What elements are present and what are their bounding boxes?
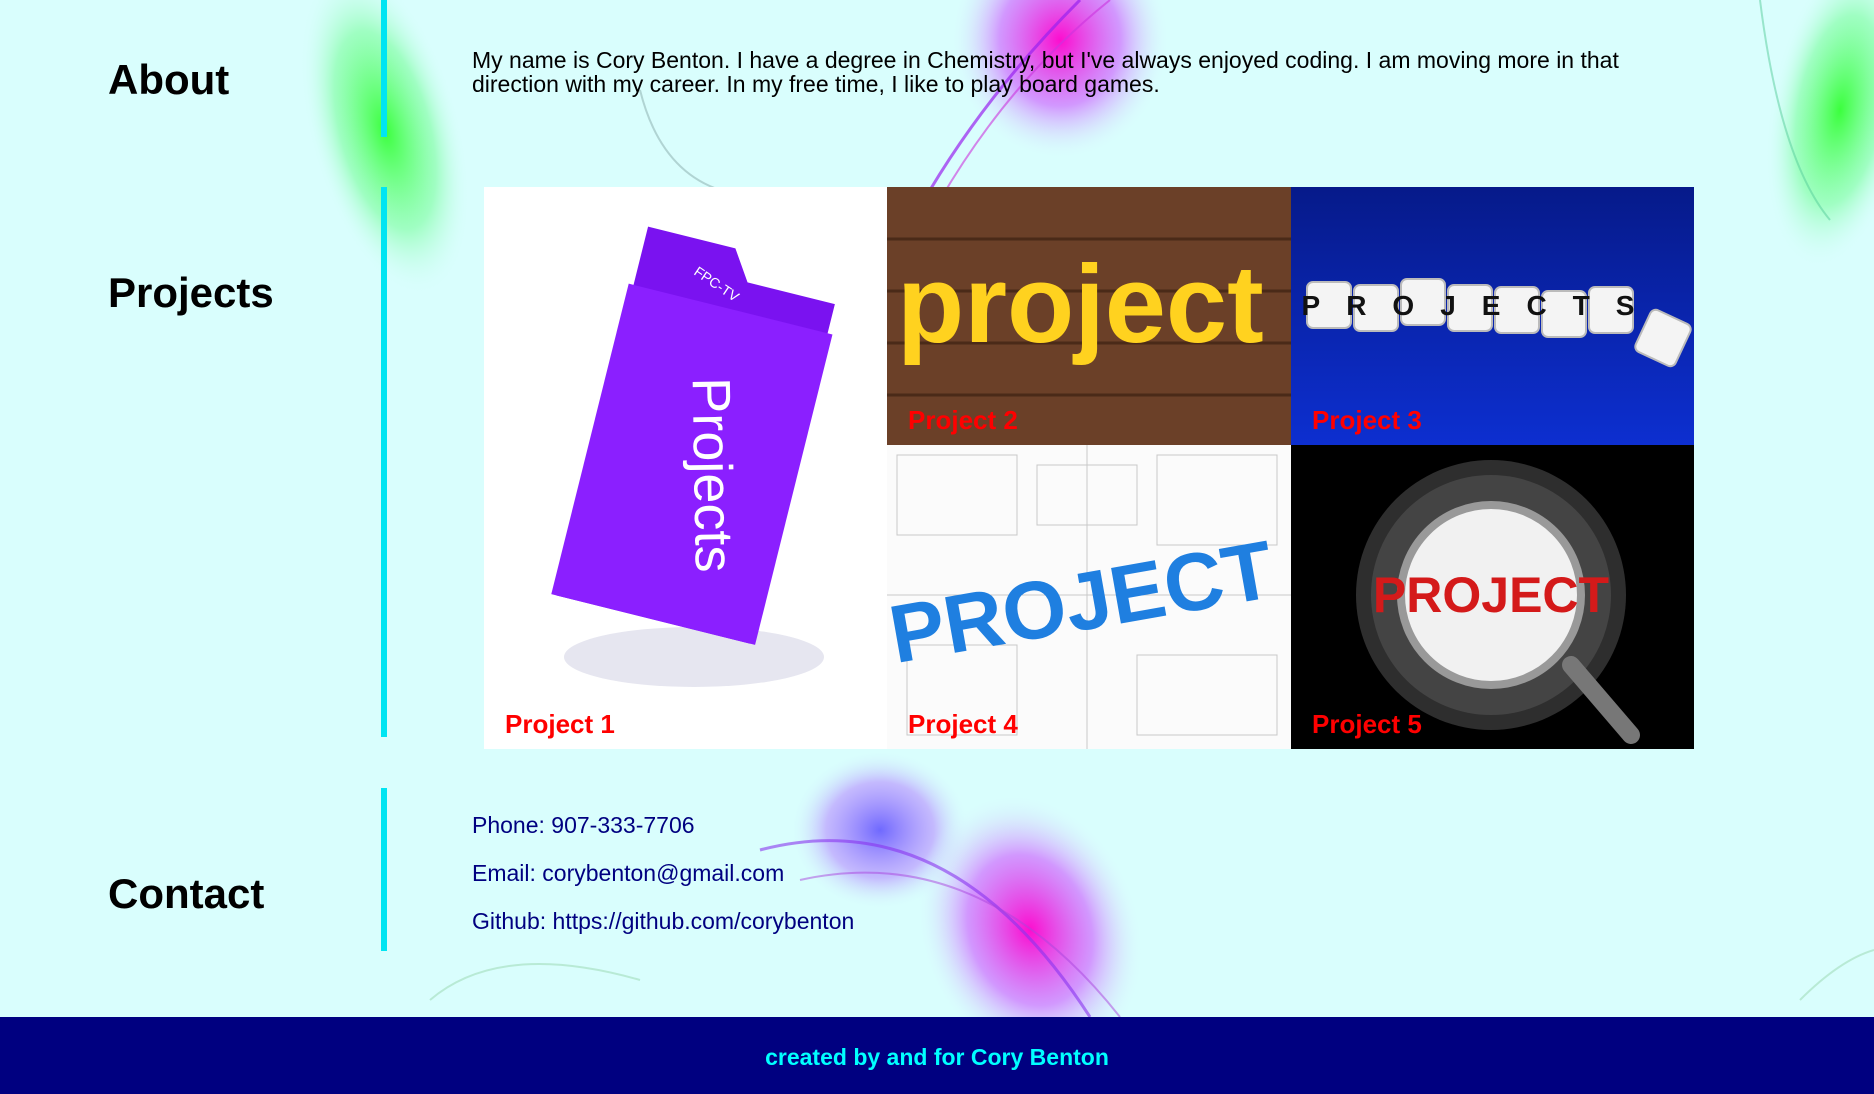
about-section: About My name is Cory Benton. I have a d…: [0, 0, 1874, 140]
projects-section: Projects Projects FPC-TV Project 1 proje…: [0, 187, 1874, 752]
contact-email[interactable]: Email: corybenton@gmail.com: [472, 860, 784, 887]
project-5-card[interactable]: PROJECT Project 5: [1291, 445, 1694, 749]
project-2-image-text: project: [897, 243, 1264, 366]
footer: created by and for Cory Benton: [0, 1017, 1874, 1094]
project-1-image-text: Projects: [681, 377, 744, 573]
about-divider: [381, 0, 387, 137]
project-2-label[interactable]: Project 2: [908, 405, 1018, 436]
contact-section: Contact Phone: 907-333-7706 Email: coryb…: [0, 788, 1874, 953]
contact-divider: [381, 788, 387, 951]
projects-grid: Projects FPC-TV Project 1 project Projec…: [484, 187, 1694, 749]
project-4-card[interactable]: PROJECT Project 4: [887, 445, 1291, 749]
about-text: My name is Cory Benton. I have a degree …: [472, 47, 1619, 97]
project-1-card[interactable]: Projects FPC-TV Project 1: [484, 187, 887, 749]
project-1-image: Projects FPC-TV: [484, 187, 887, 749]
contact-phone[interactable]: Phone: 907-333-7706: [472, 812, 695, 839]
footer-text: created by and for Cory Benton: [765, 1044, 1109, 1070]
project-3-image-text: PROJECTS: [1302, 290, 1661, 321]
project-5-image: PROJECT: [1291, 445, 1694, 749]
project-5-label[interactable]: Project 5: [1312, 709, 1422, 740]
project-4-label[interactable]: Project 4: [908, 709, 1018, 740]
about-heading: About: [108, 56, 230, 103]
project-4-image: PROJECT: [887, 445, 1291, 749]
project-1-label[interactable]: Project 1: [505, 709, 615, 740]
contact-github[interactable]: Github: https://github.com/corybenton: [472, 908, 854, 935]
project-2-card[interactable]: project Project 2: [887, 187, 1291, 445]
project-3-label[interactable]: Project 3: [1312, 405, 1422, 436]
project-5-image-text: PROJECT: [1373, 567, 1609, 623]
contact-heading: Contact: [108, 870, 265, 917]
projects-divider: [381, 187, 387, 737]
projects-heading: Projects: [108, 269, 274, 316]
project-3-card[interactable]: PROJECTS Project 3: [1291, 187, 1694, 445]
